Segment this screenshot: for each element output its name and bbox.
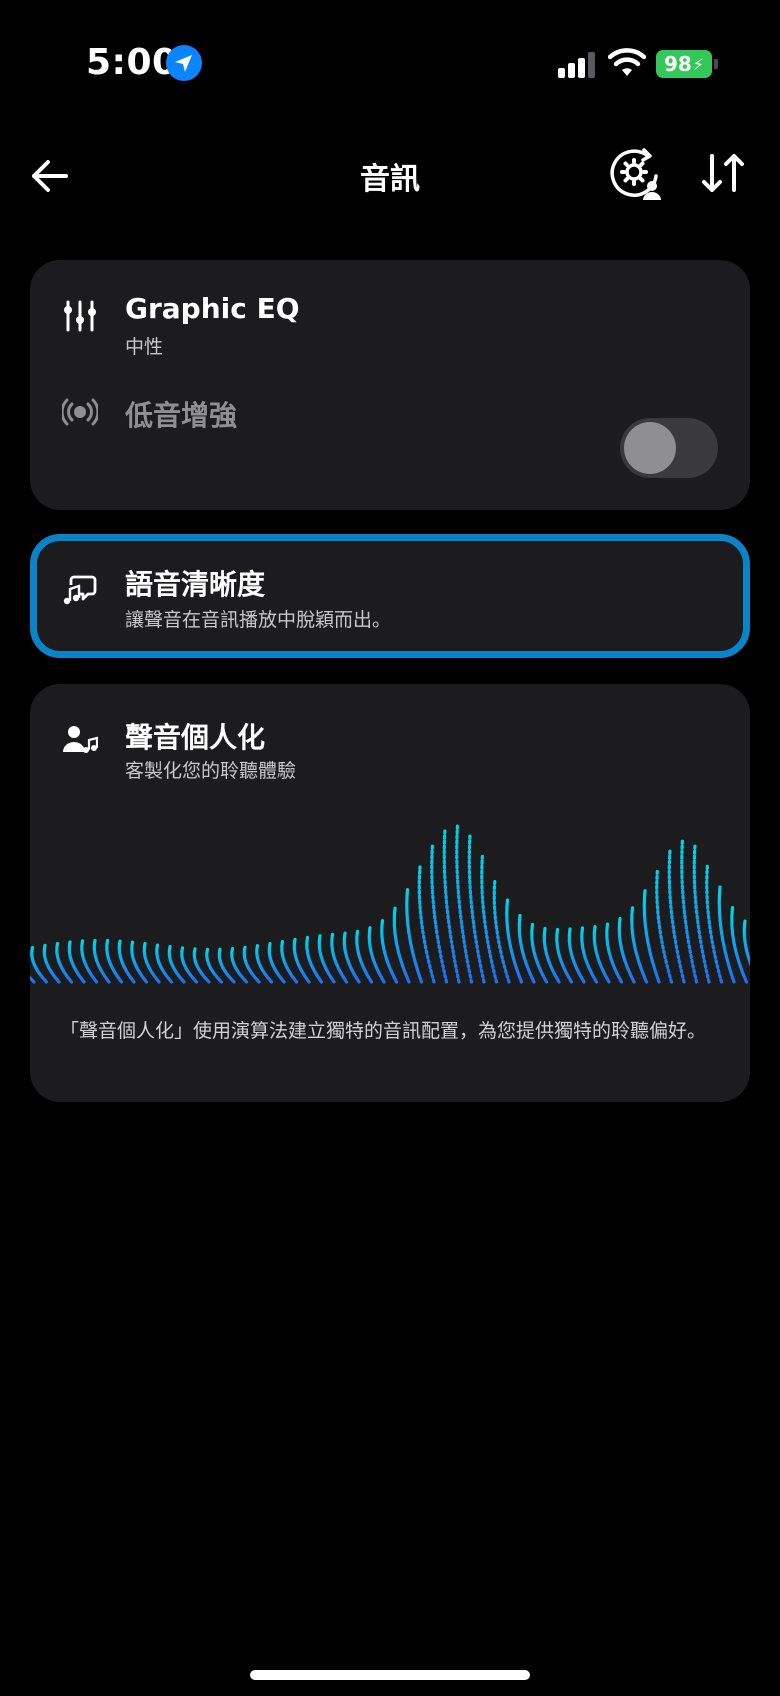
screen: 5:00 98 ⚡ 音訊 Graphic EQ 中性 低音增強 語音清晰度 讓聲… xyxy=(0,0,780,1696)
battery-charging-icon: 98 ⚡ xyxy=(656,50,712,78)
toggle-knob xyxy=(624,422,676,474)
sound-personalization-title: 聲音個人化 xyxy=(125,721,266,754)
sort-arrows-icon[interactable] xyxy=(698,148,748,198)
nav-bar: 音訊 xyxy=(0,140,780,210)
bass-boost-label: 低音增強 xyxy=(125,399,238,432)
location-arrow-icon xyxy=(166,45,202,81)
battery-level: 98 xyxy=(663,52,692,76)
voice-clarity-title: 語音清晰度 xyxy=(125,568,266,601)
profile-gear-icon[interactable] xyxy=(608,146,664,202)
eq-card: Graphic EQ 中性 低音增強 xyxy=(30,260,750,510)
bolt-icon: ⚡ xyxy=(692,54,705,74)
wifi-icon xyxy=(608,48,646,76)
voice-clarity-subtitle: 讓聲音在音訊播放中脫穎而出。 xyxy=(125,609,392,631)
voice-clarity-card[interactable]: 語音清晰度 讓聲音在音訊播放中脫穎而出。 xyxy=(30,534,750,658)
wave-strand xyxy=(742,919,750,967)
sliders-icon xyxy=(64,300,96,332)
home-indicator xyxy=(250,1670,530,1680)
sound-wave-graphic xyxy=(30,823,750,984)
graphic-eq-subtitle: 中性 xyxy=(125,336,164,358)
graphic-eq-row[interactable]: Graphic EQ 中性 xyxy=(30,260,750,370)
person-music-icon xyxy=(63,726,98,753)
graphic-eq-title: Graphic EQ xyxy=(125,292,300,325)
speech-bubble-music-icon xyxy=(63,575,97,605)
sound-personalization-subtitle: 客製化您的聆聽體驗 xyxy=(125,760,297,782)
status-time: 5:00 xyxy=(86,42,178,83)
speaker-waves-icon xyxy=(62,398,98,426)
status-bar: 5:00 98 ⚡ xyxy=(0,0,780,126)
battery-cap xyxy=(714,59,718,69)
bass-boost-toggle[interactable] xyxy=(620,418,718,478)
sound-personalization-description: 「聲音個人化」使用演算法建立獨特的音訊配置，為您提供獨特的聆聽偏好。 xyxy=(60,1020,707,1042)
signal-icon xyxy=(558,52,595,78)
sound-personalization-card[interactable]: 聲音個人化 客製化您的聆聽體驗 「聲音個人化」使用演算法建立獨特的音訊配置，為您… xyxy=(30,684,750,1102)
